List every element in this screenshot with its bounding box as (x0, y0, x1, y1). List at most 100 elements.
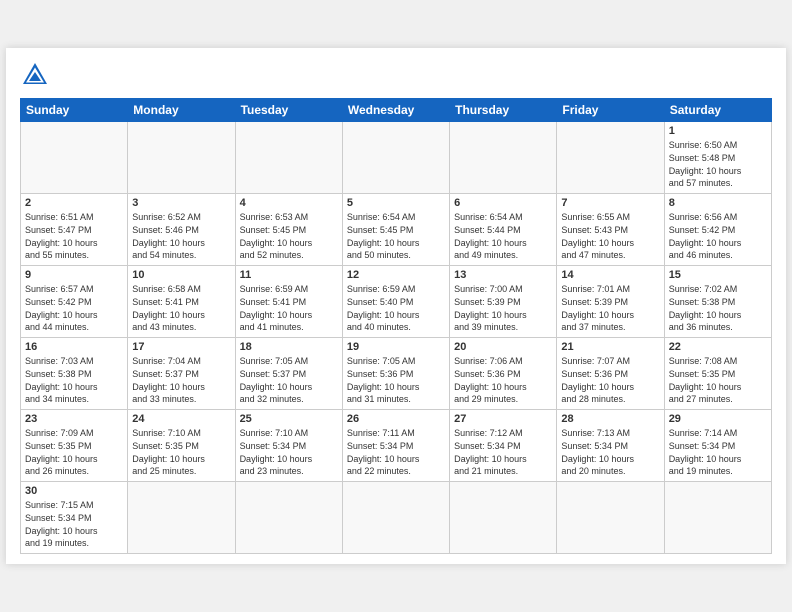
calendar-cell: 1 Sunrise: 6:50 AM Sunset: 5:48 PM Daylig… (664, 122, 771, 194)
day-info: Sunrise: 6:54 AM Sunset: 5:45 PM Dayligh… (347, 211, 445, 261)
day-info: Sunrise: 7:10 AM Sunset: 5:35 PM Dayligh… (132, 427, 230, 477)
day-info: Sunrise: 7:05 AM Sunset: 5:36 PM Dayligh… (347, 355, 445, 405)
day-number: 1 (669, 125, 767, 137)
calendar-cell (557, 482, 664, 553)
day-number: 14 (561, 269, 659, 281)
calendar-cell: 2 Sunrise: 6:51 AM Sunset: 5:47 PM Daylig… (21, 194, 128, 266)
calendar-cell: 6 Sunrise: 6:54 AM Sunset: 5:44 PM Daylig… (450, 194, 557, 266)
day-info: Sunrise: 7:06 AM Sunset: 5:36 PM Dayligh… (454, 355, 552, 405)
day-info: Sunrise: 6:58 AM Sunset: 5:41 PM Dayligh… (132, 283, 230, 333)
day-number: 30 (25, 485, 123, 497)
weekday-header-sunday: Sunday (21, 99, 128, 122)
calendar-cell (664, 482, 771, 553)
weekday-header-wednesday: Wednesday (342, 99, 449, 122)
calendar-cell (342, 122, 449, 194)
calendar-cell (450, 122, 557, 194)
header (20, 60, 772, 90)
calendar-cell: 14Sunrise: 7:01 AM Sunset: 5:39 PM Dayli… (557, 266, 664, 338)
weekday-header-thursday: Thursday (450, 99, 557, 122)
day-info: Sunrise: 7:14 AM Sunset: 5:34 PM Dayligh… (669, 427, 767, 477)
calendar-cell: 23 Sunrise: 7:09 AM Sunset: 5:35 PM Dayli… (21, 410, 128, 482)
calendar-cell (235, 482, 342, 553)
day-number: 7 (561, 197, 659, 209)
weekday-header-row: SundayMondayTuesdayWednesdayThursdayFrid… (21, 99, 772, 122)
calendar-cell: 24 Sunrise: 7:10 AM Sunset: 5:35 PM Dayli… (128, 410, 235, 482)
day-info: Sunrise: 6:52 AM Sunset: 5:46 PM Dayligh… (132, 211, 230, 261)
day-number: 5 (347, 197, 445, 209)
calendar-cell: 3Sunrise: 6:52 AM Sunset: 5:46 PM Daylig… (128, 194, 235, 266)
day-number: 20 (454, 341, 552, 353)
day-number: 13 (454, 269, 552, 281)
calendar-cell: 9Sunrise: 6:57 AM Sunset: 5:42 PM Daylig… (21, 266, 128, 338)
day-number: 23 (25, 413, 123, 425)
day-info: Sunrise: 7:15 AM Sunset: 5:34 PM Dayligh… (25, 499, 123, 549)
day-info: Sunrise: 6:51 AM Sunset: 5:47 PM Dayligh… (25, 211, 123, 261)
day-info: Sunrise: 7:08 AM Sunset: 5:35 PM Dayligh… (669, 355, 767, 405)
day-info: Sunrise: 7:04 AM Sunset: 5:37 PM Dayligh… (132, 355, 230, 405)
calendar-cell (21, 122, 128, 194)
calendar-cell: 16Sunrise: 7:03 AM Sunset: 5:38 PM Dayli… (21, 338, 128, 410)
week-row-1: 1 Sunrise: 6:50 AM Sunset: 5:48 PM Daylig… (21, 122, 772, 194)
day-info: Sunrise: 7:05 AM Sunset: 5:37 PM Dayligh… (240, 355, 338, 405)
day-number: 17 (132, 341, 230, 353)
day-number: 15 (669, 269, 767, 281)
day-info: Sunrise: 6:56 AM Sunset: 5:42 PM Dayligh… (669, 211, 767, 261)
calendar-cell (450, 482, 557, 553)
calendar-cell (342, 482, 449, 553)
calendar-cell: 21Sunrise: 7:07 AM Sunset: 5:36 PM Dayli… (557, 338, 664, 410)
calendar-cell: 5 Sunrise: 6:54 AM Sunset: 5:45 PM Daylig… (342, 194, 449, 266)
day-info: Sunrise: 7:11 AM Sunset: 5:34 PM Dayligh… (347, 427, 445, 477)
calendar-cell: 30 Sunrise: 7:15 AM Sunset: 5:34 PM Dayli… (21, 482, 128, 553)
calendar-table: SundayMondayTuesdayWednesdayThursdayFrid… (20, 98, 772, 553)
week-row-2: 2 Sunrise: 6:51 AM Sunset: 5:47 PM Daylig… (21, 194, 772, 266)
day-number: 24 (132, 413, 230, 425)
day-number: 26 (347, 413, 445, 425)
day-number: 22 (669, 341, 767, 353)
calendar-cell: 7Sunrise: 6:55 AM Sunset: 5:43 PM Daylig… (557, 194, 664, 266)
day-info: Sunrise: 7:09 AM Sunset: 5:35 PM Dayligh… (25, 427, 123, 477)
weekday-header-friday: Friday (557, 99, 664, 122)
calendar-cell: 29Sunrise: 7:14 AM Sunset: 5:34 PM Dayli… (664, 410, 771, 482)
weekday-header-saturday: Saturday (664, 99, 771, 122)
calendar-cell: 8 Sunrise: 6:56 AM Sunset: 5:42 PM Daylig… (664, 194, 771, 266)
day-number: 8 (669, 197, 767, 209)
day-info: Sunrise: 6:54 AM Sunset: 5:44 PM Dayligh… (454, 211, 552, 261)
day-number: 12 (347, 269, 445, 281)
day-info: Sunrise: 6:53 AM Sunset: 5:45 PM Dayligh… (240, 211, 338, 261)
calendar-cell: 26 Sunrise: 7:11 AM Sunset: 5:34 PM Dayli… (342, 410, 449, 482)
day-info: Sunrise: 6:50 AM Sunset: 5:48 PM Dayligh… (669, 139, 767, 189)
calendar-cell: 18Sunrise: 7:05 AM Sunset: 5:37 PM Dayli… (235, 338, 342, 410)
day-info: Sunrise: 7:00 AM Sunset: 5:39 PM Dayligh… (454, 283, 552, 333)
calendar-cell: 20 Sunrise: 7:06 AM Sunset: 5:36 PM Dayli… (450, 338, 557, 410)
calendar-container: SundayMondayTuesdayWednesdayThursdayFrid… (6, 48, 786, 563)
day-info: Sunrise: 7:02 AM Sunset: 5:38 PM Dayligh… (669, 283, 767, 333)
calendar-cell: 27Sunrise: 7:12 AM Sunset: 5:34 PM Dayli… (450, 410, 557, 482)
calendar-cell (557, 122, 664, 194)
calendar-cell: 22 Sunrise: 7:08 AM Sunset: 5:35 PM Dayli… (664, 338, 771, 410)
week-row-4: 16Sunrise: 7:03 AM Sunset: 5:38 PM Dayli… (21, 338, 772, 410)
day-number: 21 (561, 341, 659, 353)
weekday-header-tuesday: Tuesday (235, 99, 342, 122)
day-info: Sunrise: 6:59 AM Sunset: 5:41 PM Dayligh… (240, 283, 338, 333)
day-number: 19 (347, 341, 445, 353)
calendar-cell (128, 122, 235, 194)
day-number: 6 (454, 197, 552, 209)
day-info: Sunrise: 6:59 AM Sunset: 5:40 PM Dayligh… (347, 283, 445, 333)
day-info: Sunrise: 7:03 AM Sunset: 5:38 PM Dayligh… (25, 355, 123, 405)
logo (20, 60, 54, 90)
calendar-cell: 15 Sunrise: 7:02 AM Sunset: 5:38 PM Dayli… (664, 266, 771, 338)
day-info: Sunrise: 7:13 AM Sunset: 5:34 PM Dayligh… (561, 427, 659, 477)
day-number: 28 (561, 413, 659, 425)
calendar-cell: 12 Sunrise: 6:59 AM Sunset: 5:40 PM Dayli… (342, 266, 449, 338)
day-number: 2 (25, 197, 123, 209)
calendar-cell (235, 122, 342, 194)
week-row-6: 30 Sunrise: 7:15 AM Sunset: 5:34 PM Dayli… (21, 482, 772, 553)
week-row-5: 23 Sunrise: 7:09 AM Sunset: 5:35 PM Dayli… (21, 410, 772, 482)
calendar-cell: 10Sunrise: 6:58 AM Sunset: 5:41 PM Dayli… (128, 266, 235, 338)
calendar-cell: 13 Sunrise: 7:00 AM Sunset: 5:39 PM Dayli… (450, 266, 557, 338)
calendar-cell: 17 Sunrise: 7:04 AM Sunset: 5:37 PM Dayli… (128, 338, 235, 410)
weekday-header-monday: Monday (128, 99, 235, 122)
day-number: 27 (454, 413, 552, 425)
calendar-cell (128, 482, 235, 553)
calendar-cell: 25Sunrise: 7:10 AM Sunset: 5:34 PM Dayli… (235, 410, 342, 482)
